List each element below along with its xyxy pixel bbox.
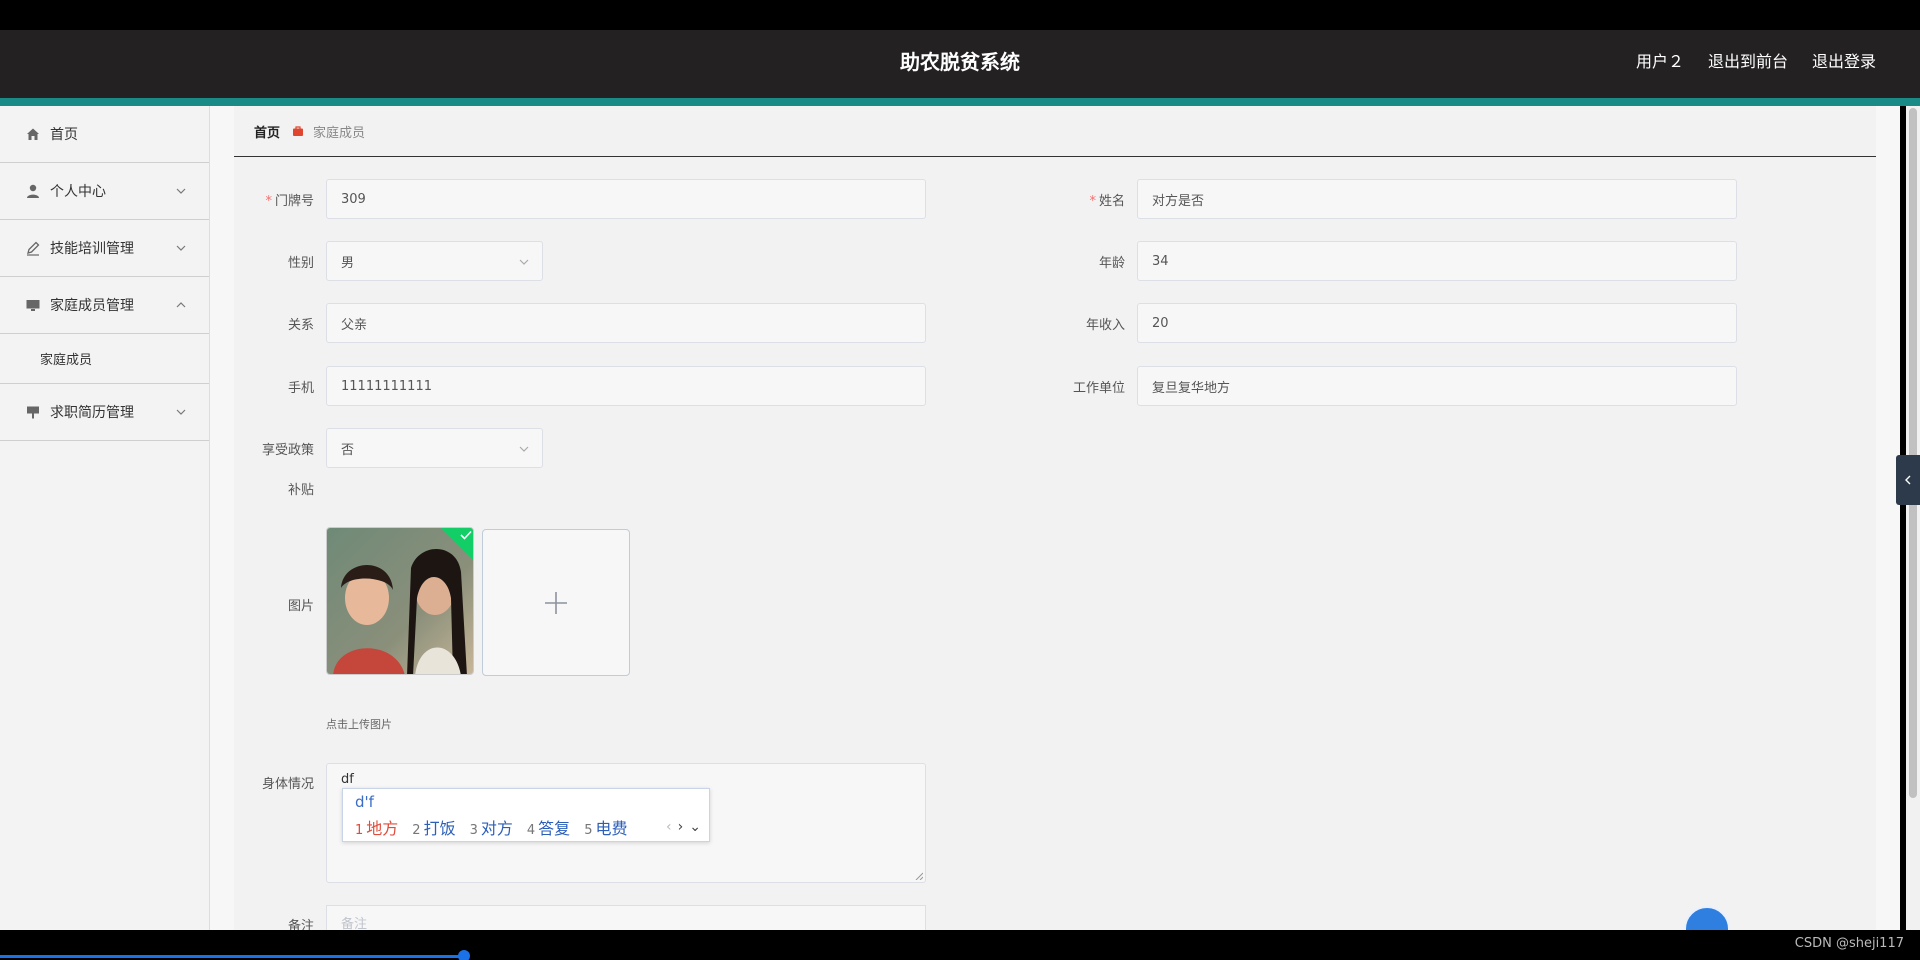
picture-label: 图片 [287, 599, 314, 614]
page-scrollbar[interactable] [1906, 106, 1920, 930]
relation-input[interactable]: 父亲 [326, 303, 926, 343]
ime-candidate[interactable]: 4 答复 [527, 815, 570, 839]
sidebar-item-label: 技能培训管理 [50, 241, 134, 257]
sidebar-item-skill-training[interactable]: 技能培训管理 [0, 220, 209, 277]
sidebar-item-home[interactable]: 首页 [0, 106, 209, 163]
breadcrumb-home[interactable]: 首页 [254, 122, 280, 141]
name-input[interactable]: 对方是否 [1137, 179, 1737, 219]
home-icon [24, 125, 42, 143]
phone-input[interactable]: 11111111111 [326, 366, 926, 406]
ime-candidate[interactable]: 3 对方 [470, 815, 513, 839]
phone-label: 手机 [287, 381, 314, 396]
upload-add-button[interactable] [482, 529, 630, 676]
sidebar-item-label: 个人中心 [50, 184, 106, 200]
policy-select[interactable]: 否 [326, 428, 543, 468]
chevron-down-icon [519, 446, 529, 452]
breadcrumb: 首页 家庭成员 [234, 106, 1876, 157]
header-links: 用户２ 退出到前台 退出登录 [1636, 48, 1876, 72]
resize-grip-icon[interactable] [915, 872, 923, 880]
chevron-down-icon [519, 259, 529, 265]
sidebar-item-label: 求职简历管理 [50, 405, 134, 421]
monitor-icon [24, 296, 42, 314]
health-label: 身体情况 [261, 777, 314, 792]
chevron-down-icon [176, 188, 186, 194]
breadcrumb-current: 家庭成员 [313, 125, 366, 141]
sidebar-item-resume-management[interactable]: 求职简历管理 [0, 384, 209, 441]
check-icon [460, 530, 472, 540]
chevron-down-icon [176, 245, 186, 251]
screen-top-bar [0, 0, 1920, 30]
upload-hint: 点击上传图片 [326, 718, 392, 731]
chevron-left-icon [1905, 475, 1911, 485]
user-icon [24, 182, 42, 200]
chevron-down-icon [176, 409, 186, 415]
ime-candidate[interactable]: 2 打饭 [412, 815, 455, 839]
sidebar: 首页 个人中心 技能培训管理 家庭成员管理 家庭成员 求职简历管理 [0, 106, 210, 930]
required-mark: * [265, 194, 272, 209]
side-panel-toggle[interactable] [1896, 455, 1920, 505]
health-value: df [341, 772, 354, 787]
subsidy-label: 补贴 [287, 483, 314, 498]
income-label: 年收入 [1085, 318, 1125, 333]
name-label: * 姓名 [1089, 194, 1125, 209]
chevron-down-icon[interactable]: ⌄ [689, 819, 701, 835]
sidebar-item-label: 首页 [50, 127, 78, 143]
chevron-up-icon [176, 302, 186, 308]
watermark-text: CSDN @sheji117 [1794, 936, 1904, 951]
policy-label: 享受政策 [261, 443, 314, 458]
chevron-right-icon[interactable]: › [678, 819, 684, 835]
ime-candidate[interactable]: 5 电费 [584, 815, 627, 839]
sidebar-item-personal-center[interactable]: 个人中心 [0, 163, 209, 220]
chevron-left-icon[interactable]: ‹ [666, 819, 672, 835]
ime-page-nav: ‹ › ⌄ [666, 819, 701, 835]
income-input[interactable]: 20 [1137, 303, 1737, 343]
scrollbar-thumb[interactable] [1909, 108, 1917, 798]
video-progress-bar[interactable] [0, 955, 464, 958]
gender-select[interactable]: 男 [326, 241, 543, 281]
video-progress-knob[interactable] [458, 950, 470, 960]
age-label: 年龄 [1098, 256, 1125, 271]
back-to-frontend-link[interactable]: 退出到前台 [1708, 48, 1788, 72]
app-title: 助农脱贫系统 [900, 50, 1020, 74]
relation-label: 关系 [287, 318, 314, 333]
floating-assistant-button[interactable] [1684, 906, 1730, 930]
gender-label: 性别 [287, 256, 314, 271]
required-mark: * [1089, 194, 1096, 209]
ime-candidate[interactable]: 1 地方 [355, 815, 398, 839]
bag-icon [292, 125, 304, 137]
doorplate-label: * 门牌号 [265, 194, 314, 209]
ime-candidate-window: d'f 1 地方 2 打饭 3 对方 4 答复 5 电费 ‹ › ⌄ [342, 788, 710, 842]
ime-candidate-list: 1 地方 2 打饭 3 对方 4 答复 5 电费 [355, 815, 627, 839]
current-user-link[interactable]: 用户２ [1636, 48, 1684, 72]
workplace-label: 工作单位 [1072, 381, 1125, 396]
plus-icon [545, 591, 567, 614]
ime-composition: d'f [355, 793, 374, 811]
sidebar-item-label: 家庭成员管理 [50, 298, 134, 314]
policy-value: 否 [341, 442, 355, 458]
age-input[interactable]: 34 [1137, 241, 1737, 281]
gender-value: 男 [341, 255, 355, 271]
logout-link[interactable]: 退出登录 [1812, 48, 1876, 72]
workplace-input[interactable]: 复旦复华地方 [1137, 366, 1737, 406]
header-accent-bar [0, 98, 1920, 106]
doorplate-input[interactable]: 309 [326, 179, 926, 219]
board-icon [24, 403, 42, 421]
sidebar-item-family-management[interactable]: 家庭成员管理 [0, 277, 209, 334]
pen-icon [24, 239, 42, 257]
uploaded-photo[interactable] [326, 527, 474, 675]
photo-image [327, 528, 473, 674]
sidebar-subitem-family-members[interactable]: 家庭成员 [0, 334, 209, 384]
